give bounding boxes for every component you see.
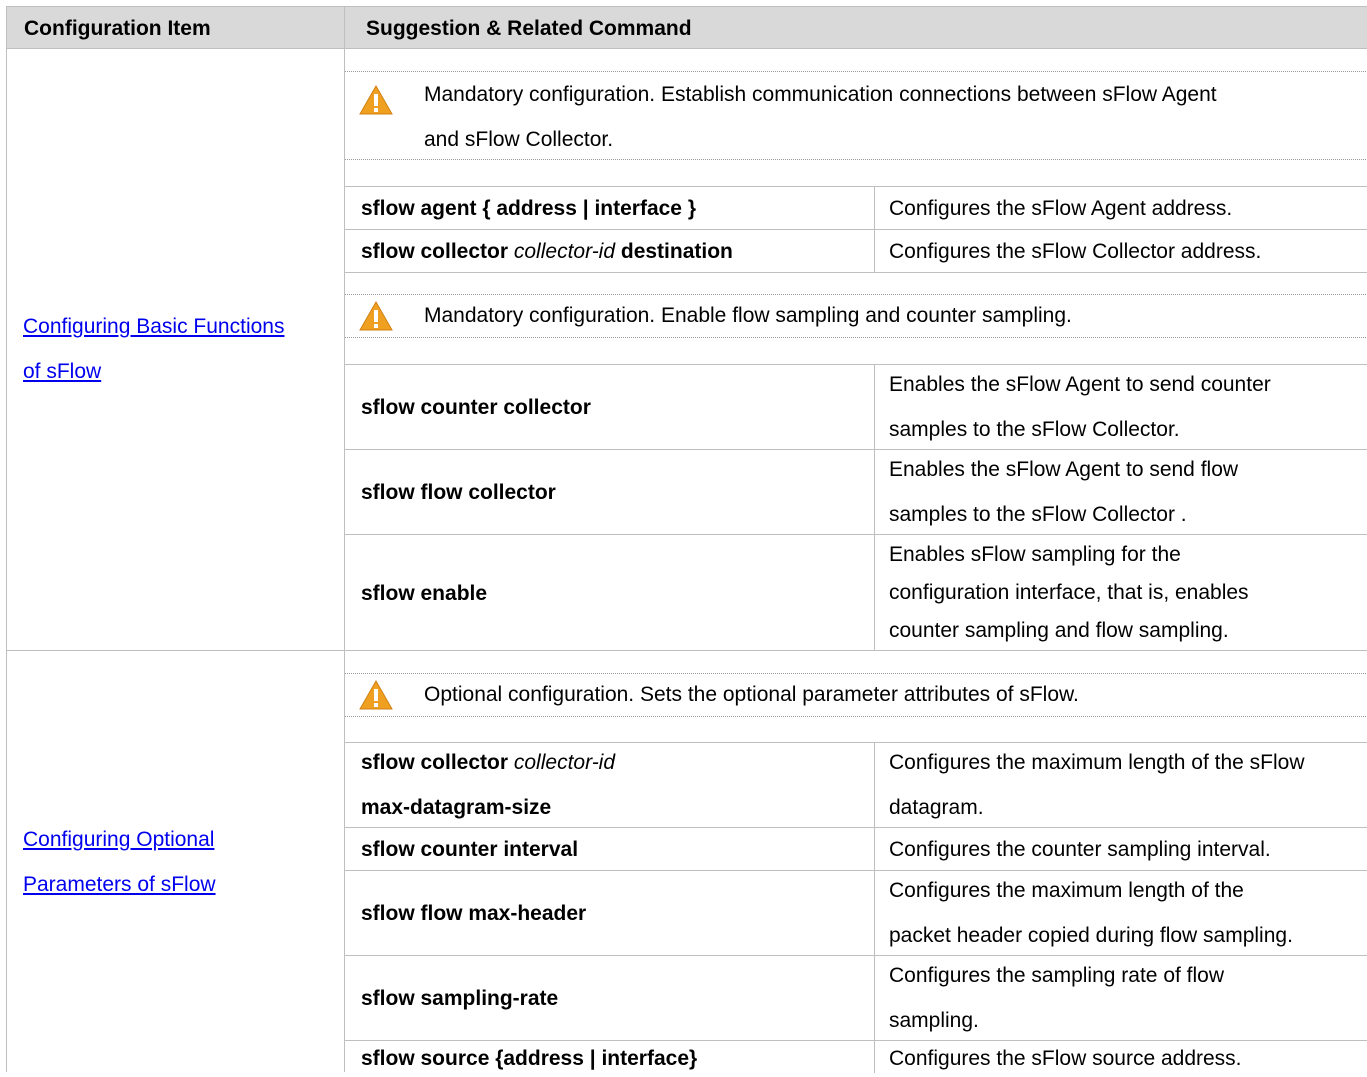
warning-icon <box>359 680 393 710</box>
warning-icon <box>359 301 393 331</box>
command-cell: sflow sampling-rate <box>345 956 873 1040</box>
command-cell: sflow collector collector-id max-datagram… <box>345 743 873 827</box>
description-text: Configures the maximum length of the sFl… <box>889 751 1305 819</box>
description-text: Enables the sFlow Agent to send counter s… <box>889 373 1271 441</box>
description-cell: Configures the sFlow source address. <box>874 1041 1367 1073</box>
command-cell: sflow source {address | interface} <box>345 1041 873 1073</box>
link-line-2: Parameters of sFlow <box>23 872 216 896</box>
table-row: sflow source {address | interface} Confi… <box>345 1040 1367 1073</box>
table-row: sflow enable Enables sFlow sampling for … <box>345 534 1367 651</box>
command-text: sflow sampling-rate <box>361 986 559 1010</box>
notice-mandatory-connection: Mandatory configuration. Establish commu… <box>345 71 1367 160</box>
header-divider <box>344 7 345 48</box>
section-basic-functions: Configuring Basic Functions of sFlow Man… <box>7 48 1367 651</box>
command-cell: sflow flow max-header <box>345 871 873 955</box>
section-optional-parameters: Configuring Optional Parameters of sFlow… <box>7 651 1367 1073</box>
link-line-1: Configuring Basic Functions <box>23 315 285 338</box>
table-row: sflow sampling-rate Configures the sampl… <box>345 955 1367 1040</box>
description-cell: Enables sFlow sampling for the configurat… <box>874 535 1367 651</box>
link-configuring-optional-parameters[interactable]: Configuring Optional Parameters of sFlow <box>23 817 216 907</box>
command-cell: sflow enable <box>345 535 873 651</box>
description-text: Configures the sampling rate of flow samp… <box>889 964 1225 1032</box>
command-cell: sflow collector collector-id destination <box>345 230 873 272</box>
link-line-1: Configuring Optional <box>23 827 215 851</box>
table-header: Configuration Item Suggestion & Related … <box>7 6 1367 49</box>
header-suggestion: Suggestion & Related Command <box>366 17 692 40</box>
description-cell: Configures the maximum length of the sFl… <box>874 743 1367 827</box>
description-cell: Configures the counter sampling interval… <box>874 828 1367 870</box>
table-row: sflow counter interval Configures the co… <box>345 827 1367 870</box>
command-text: sflow enable <box>361 581 488 605</box>
command-cell: sflow flow collector <box>345 450 873 534</box>
command-text: sflow agent { address | interface } <box>361 196 696 220</box>
description-cell: Configures the sampling rate of flow samp… <box>874 956 1367 1040</box>
command-text: sflow flow max-header <box>361 901 587 925</box>
description-text: Configures the counter sampling interval… <box>889 837 1271 861</box>
config-table: Configuration Item Suggestion & Related … <box>6 6 1367 1073</box>
table-row: sflow counter collector Enables the sFlo… <box>345 364 1367 449</box>
command-text: sflow collector collector-id max-datagram… <box>361 751 616 819</box>
description-text: Configures the sFlow Agent address. <box>889 196 1233 220</box>
notice-text: Mandatory configuration. Enable flow sam… <box>424 304 1072 327</box>
config-table-page: Configuration Item Suggestion & Related … <box>0 0 1367 1073</box>
description-text: Enables sFlow sampling for the configurat… <box>889 543 1249 642</box>
notice-text: Mandatory configuration. Establish commu… <box>424 83 1217 151</box>
notice-optional-configuration: Optional configuration. Sets the optiona… <box>345 673 1367 717</box>
description-cell: Configures the sFlow Agent address. <box>874 187 1367 229</box>
warning-icon <box>359 85 393 115</box>
description-text: Enables the sFlow Agent to send flow samp… <box>889 458 1239 526</box>
table-row: sflow collector collector-id destination… <box>345 229 1367 273</box>
command-text: sflow counter collector <box>361 395 591 419</box>
description-text: Configures the maximum length of the pack… <box>889 879 1293 947</box>
table-row: sflow flow max-header Configures the max… <box>345 870 1367 955</box>
command-text: sflow flow collector <box>361 480 556 504</box>
link-line-2: of sFlow <box>23 360 102 383</box>
notice-mandatory-sampling: Mandatory configuration. Enable flow sam… <box>345 294 1367 338</box>
description-cell: Enables the sFlow Agent to send counter s… <box>874 365 1367 449</box>
notice-text: Optional configuration. Sets the optiona… <box>424 683 1079 706</box>
description-text: Configures the sFlow Collector address. <box>889 239 1262 263</box>
command-cell: sflow counter collector <box>345 365 873 449</box>
description-cell: Enables the sFlow Agent to send flow samp… <box>874 450 1367 534</box>
table-row: sflow flow collector Enables the sFlow A… <box>345 449 1367 534</box>
description-cell: Configures the maximum length of the pack… <box>874 871 1367 955</box>
item-cell-optional: Configuring Optional Parameters of sFlow <box>7 651 344 1072</box>
table-row: sflow agent { address | interface } Conf… <box>345 186 1367 229</box>
link-configuring-basic-functions[interactable]: Configuring Basic Functions of sFlow <box>23 304 284 394</box>
description-cell: Configures the sFlow Collector address. <box>874 230 1367 272</box>
command-cell: sflow agent { address | interface } <box>345 187 873 229</box>
header-config-item: Configuration Item <box>24 17 211 40</box>
command-text: sflow collector collector-id destination <box>361 239 733 263</box>
item-cell-basic: Configuring Basic Functions of sFlow <box>7 48 344 650</box>
table-row: sflow collector collector-id max-datagram… <box>345 742 1367 827</box>
command-text: sflow counter interval <box>361 837 579 861</box>
command-cell: sflow counter interval <box>345 828 873 870</box>
